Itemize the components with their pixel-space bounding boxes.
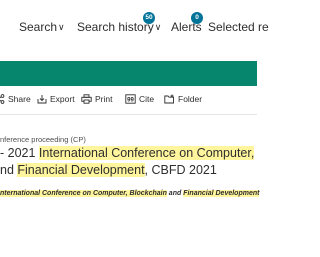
title-line-2: nd Financial Development, CBFD 2021 — [0, 162, 254, 179]
export-label: Export — [50, 94, 75, 104]
selected-results-menu[interactable]: Selected re — [208, 20, 269, 34]
alerts-count-badge: 0 — [191, 12, 203, 24]
document-title: - 2021 International Conference on Compu… — [0, 145, 255, 179]
share-label: Share — [8, 94, 31, 104]
folder-add-icon — [164, 94, 174, 104]
cite-button[interactable]: 99 Cite — [125, 94, 154, 104]
print-label: Print — [95, 94, 113, 104]
folder-label: Folder — [178, 94, 203, 104]
title-highlight-2: Financial Development — [17, 163, 145, 177]
brand-banner — [0, 61, 257, 86]
source-and: and — [166, 190, 184, 197]
title-suffix: , CBFD 2021 — [144, 163, 217, 177]
share-button[interactable]: Share — [0, 94, 31, 104]
chevron-down-icon: ∨ — [58, 22, 65, 32]
export-icon — [37, 95, 47, 104]
print-button[interactable]: Print — [81, 94, 112, 104]
source-highlight-2: Financial Development — [183, 190, 260, 197]
source-highlight-1: nternational Conference on Computer, Blo… — [0, 190, 167, 197]
print-icon — [81, 94, 92, 104]
export-button[interactable]: Export — [37, 94, 75, 104]
chevron-down-icon: ∨ — [154, 22, 162, 32]
top-navigation: Search∨ Search history∨ 50 Alerts 0 Sele… — [0, 0, 269, 56]
toolbar-divider — [0, 114, 257, 115]
title-prefix: - 2021 — [0, 146, 39, 160]
source-title-link[interactable]: nternational Conference on Computer, Blo… — [0, 190, 260, 197]
share-icon — [0, 94, 5, 104]
selected-results-label: Selected re — [208, 20, 269, 34]
svg-text:99: 99 — [127, 98, 134, 104]
document-type: nference proceeding (CP) — [0, 135, 86, 144]
search-history-count-badge: 50 — [143, 12, 155, 24]
document-toolbar: Share Export Print 99 Cite Folder — [0, 90, 257, 110]
cite-label: Cite — [139, 94, 155, 104]
add-to-folder-button[interactable]: Folder — [164, 94, 202, 104]
search-menu[interactable]: Search∨ — [19, 20, 65, 34]
title-line2-prefix: nd — [0, 163, 18, 177]
title-line-1: - 2021 International Conference on Compu… — [0, 145, 255, 162]
search-menu-label: Search — [19, 20, 58, 34]
title-highlight-1: International Conference on Computer, — [38, 146, 255, 160]
search-history-label: Search history — [77, 20, 154, 34]
cite-icon: 99 — [125, 94, 136, 104]
